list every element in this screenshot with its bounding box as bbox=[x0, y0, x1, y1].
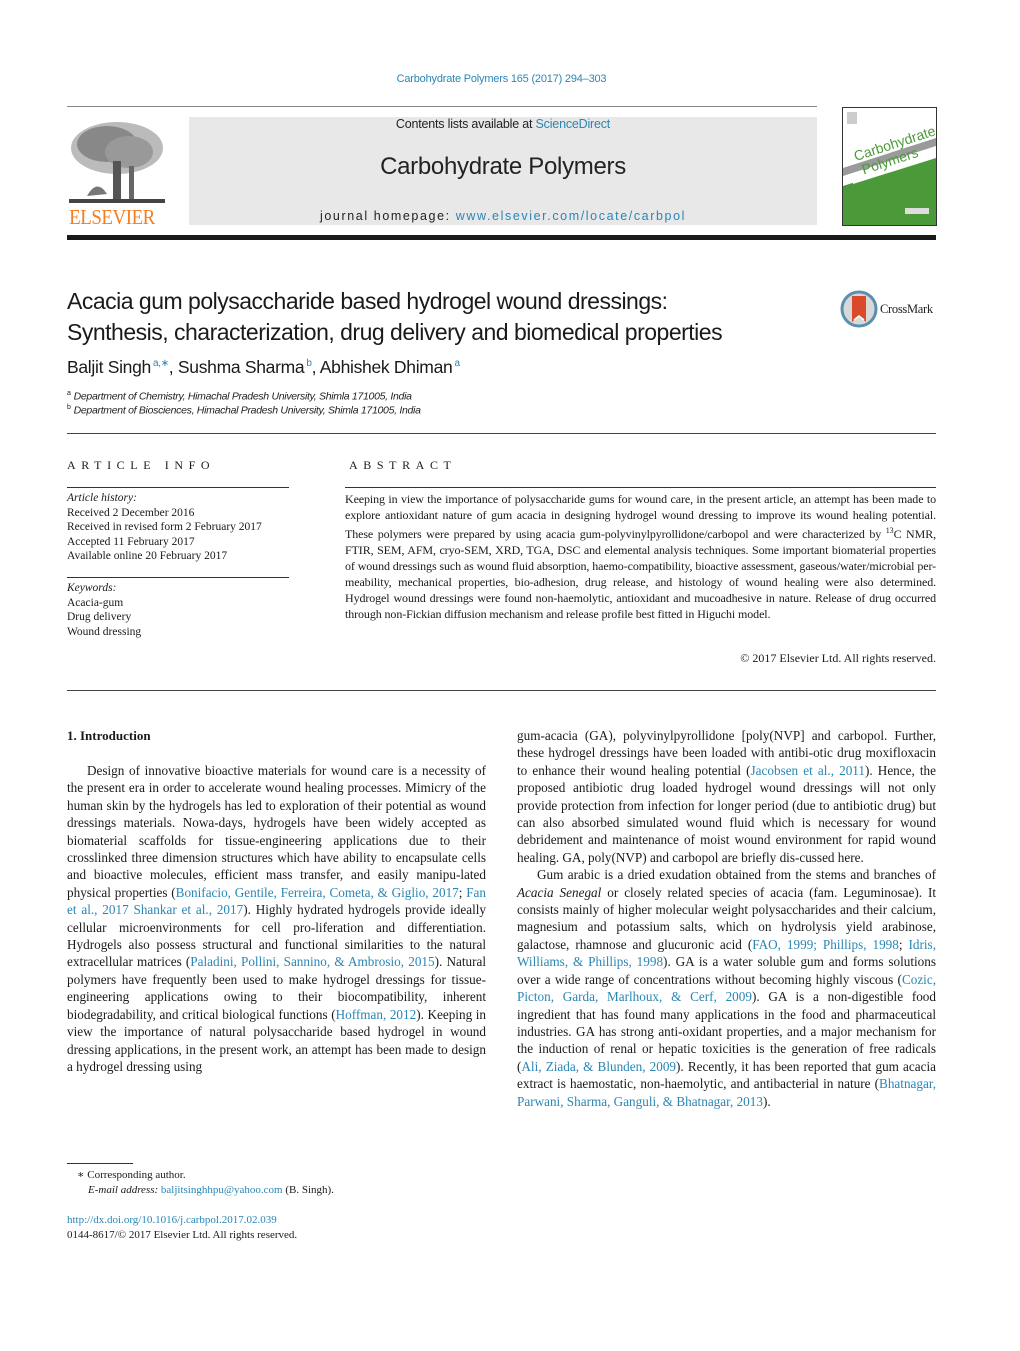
affiliation: a Department of Chemistry, Himachal Prade… bbox=[67, 390, 412, 403]
author-name[interactable]: Sushma Sharma bbox=[178, 357, 305, 377]
article-title-line1: Acacia gum polysaccharide based hydrogel… bbox=[67, 288, 668, 314]
text-run: Gum arabic is a dried exudation obtained… bbox=[537, 867, 936, 883]
journal-citation-link[interactable]: Carbohydrate Polymers 165 (2017) 294–303 bbox=[0, 73, 1003, 85]
divider bbox=[67, 487, 289, 488]
affiliation-mark: a bbox=[67, 390, 71, 397]
author-name[interactable]: Baljit Singh bbox=[67, 357, 151, 377]
affiliation-text: Department of Biosciences, Himachal Prad… bbox=[73, 404, 421, 417]
corresponding-author-footnote: ∗ Corresponding author. E-mail address: … bbox=[67, 1168, 334, 1197]
issn-copyright: 0144-8617/© 2017 Elsevier Ltd. All right… bbox=[67, 1228, 298, 1241]
reference-link[interactable]: Paladini, Pollini, Sannino, & Ambrosio, … bbox=[190, 954, 434, 969]
keywords-label: Keywords: bbox=[67, 582, 117, 594]
reference-link[interactable]: Hoffman, 2012 bbox=[336, 1007, 417, 1022]
article-history: Article history: Received 2 December 201… bbox=[67, 491, 262, 564]
footnote-text: Corresponding author. bbox=[84, 1169, 186, 1181]
top-rule bbox=[67, 106, 817, 107]
crossmark-button[interactable]: CrossMark bbox=[840, 290, 940, 330]
crossmark-label: CrossMark bbox=[880, 302, 933, 316]
journal-title: Carbohydrate Polymers bbox=[380, 153, 626, 180]
keywords: Keywords: Acacia-gum Drug delivery Wound… bbox=[67, 581, 141, 639]
elsevier-logo[interactable]: ELSEVIER bbox=[67, 116, 167, 228]
sciencedirect-link[interactable]: ScienceDirect bbox=[536, 117, 611, 131]
journal-masthead: Contents lists available at ScienceDirec… bbox=[189, 117, 817, 225]
text-run: Design of innovative bioactive materials… bbox=[67, 763, 486, 900]
species-name: Acacia Senegal bbox=[517, 884, 602, 900]
doi-block: http://dx.doi.org/10.1016/j.carbpol.2017… bbox=[67, 1213, 297, 1242]
author-name[interactable]: Abhishek Dhiman bbox=[320, 357, 453, 377]
contents-prefix: Contents lists available at bbox=[395, 117, 536, 131]
body-column-right: gum-acacia (GA), polyvinylpyrollidone [p… bbox=[517, 727, 936, 1110]
divider bbox=[67, 690, 936, 691]
divider bbox=[345, 487, 936, 488]
abstract-text-part: Keeping in view the importance of polysa… bbox=[345, 492, 936, 541]
abstract-text-part: C NMR, FTIR, SEM, AFM, cryo-SEM, XRD, TG… bbox=[345, 527, 936, 621]
homepage-prefix: journal homepage: bbox=[319, 209, 456, 223]
journal-homepage-link[interactable]: www.elsevier.com/locate/carbpol bbox=[456, 209, 686, 223]
text-run: ; bbox=[898, 936, 909, 952]
reference-link[interactable]: Jacobsen et al., 2011 bbox=[751, 763, 865, 778]
journal-homepage-line: journal homepage: www.elsevier.com/locat… bbox=[189, 209, 817, 223]
header-thick-rule bbox=[67, 235, 936, 240]
reference-link[interactable]: FAO, 1999; Phillips, 1998 bbox=[752, 937, 899, 952]
crossmark-icon bbox=[840, 290, 878, 328]
text-run: ). bbox=[762, 1093, 771, 1109]
paragraph: Design of innovative bioactive materials… bbox=[67, 762, 486, 1075]
abstract-heading: ABSTRACT bbox=[349, 458, 457, 472]
footnote-rule bbox=[67, 1163, 133, 1164]
contents-line: Contents lists available at ScienceDirec… bbox=[189, 117, 817, 131]
section-heading: 1. Introduction bbox=[67, 728, 151, 743]
history-item: Received in revised form 2 February 2017 bbox=[67, 521, 262, 533]
body-column-left: Design of innovative bioactive materials… bbox=[67, 762, 486, 1075]
paragraph: gum-acacia (GA), polyvinylpyrollidone [p… bbox=[517, 727, 936, 866]
keyword: Drug delivery bbox=[67, 611, 132, 623]
history-label: Article history: bbox=[67, 492, 137, 504]
journal-cover-thumbnail[interactable]: Carbohydrate Polymers bbox=[842, 107, 937, 226]
isotope-superscript: 13 bbox=[885, 526, 894, 535]
text-run: ). Hence, the proposed antibiotic drug l… bbox=[517, 762, 936, 865]
email-suffix: (B. Singh). bbox=[282, 1183, 334, 1196]
affiliation: b Department of Biosciences, Himachal Pra… bbox=[67, 404, 421, 417]
author-email-link[interactable]: baljitsinghhpu@yahoo.com bbox=[161, 1184, 283, 1196]
history-item: Available online 20 February 2017 bbox=[67, 550, 228, 562]
reference-link[interactable]: Ali, Ziada, & Blunden, 2009 bbox=[521, 1059, 676, 1074]
history-item: Received 2 December 2016 bbox=[67, 506, 195, 519]
article-title-line2: Synthesis, characterization, drug delive… bbox=[67, 319, 723, 345]
elsevier-wordmark: ELSEVIER bbox=[69, 205, 155, 229]
history-item: Accepted 11 February 2017 bbox=[67, 535, 195, 548]
keyword: Wound dressing bbox=[67, 625, 142, 638]
article-info-heading: ARTICLE INFO bbox=[67, 458, 216, 472]
elsevier-tree-icon bbox=[69, 122, 165, 203]
divider bbox=[67, 577, 289, 578]
reference-link[interactable]: Bonifacio, Gentile, Ferreira, Cometa, & … bbox=[176, 885, 459, 900]
author-list: Baljit Singh a,∗, Sushma Sharma b, Abhishe… bbox=[67, 357, 460, 377]
divider bbox=[67, 433, 936, 434]
article-title: Acacia gum polysaccharide based hydrogel… bbox=[67, 286, 827, 348]
journal-cover-icon: Carbohydrate Polymers bbox=[843, 112, 936, 225]
author-affiliation-marker[interactable]: a,∗ bbox=[153, 358, 169, 369]
author-affiliation-marker[interactable]: a bbox=[454, 358, 460, 369]
abstract-copyright: © 2017 Elsevier Ltd. All rights reserved… bbox=[740, 651, 936, 665]
abstract-text: Keeping in view the importance of polysa… bbox=[345, 491, 936, 622]
paragraph: Gum arabic is a dried exudation obtained… bbox=[517, 866, 936, 1110]
doi-link[interactable]: http://dx.doi.org/10.1016/j.carbpol.2017… bbox=[67, 1214, 277, 1226]
keyword: Acacia-gum bbox=[67, 596, 124, 609]
affiliation-text: Department of Chemistry, Himachal Prades… bbox=[73, 390, 412, 403]
affiliation-mark: b bbox=[67, 404, 71, 411]
author-affiliation-marker[interactable]: b bbox=[306, 358, 312, 369]
email-label: E-mail address: bbox=[88, 1183, 161, 1196]
